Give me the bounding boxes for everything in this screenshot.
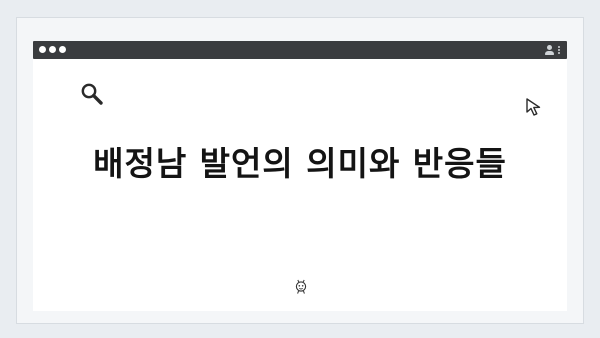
- titlebar-menu: [545, 44, 561, 56]
- content-area: 배정남 발언의 의미와 반응들: [33, 59, 567, 311]
- kebab-menu-icon[interactable]: [558, 46, 561, 54]
- window-titlebar: [33, 41, 567, 59]
- user-icon[interactable]: [545, 45, 554, 55]
- cursor-arrow-icon: [526, 98, 541, 116]
- close-window-button[interactable]: [39, 46, 46, 53]
- minimize-window-button[interactable]: [49, 46, 56, 53]
- page-background: 배정남 발언의 의미와 반응들: [0, 0, 600, 338]
- maximize-window-button[interactable]: [59, 46, 66, 53]
- page-title: 배정남 발언의 의미와 반응들: [93, 144, 507, 183]
- search-icon[interactable]: [80, 82, 106, 108]
- bug-face-icon: [295, 279, 307, 294]
